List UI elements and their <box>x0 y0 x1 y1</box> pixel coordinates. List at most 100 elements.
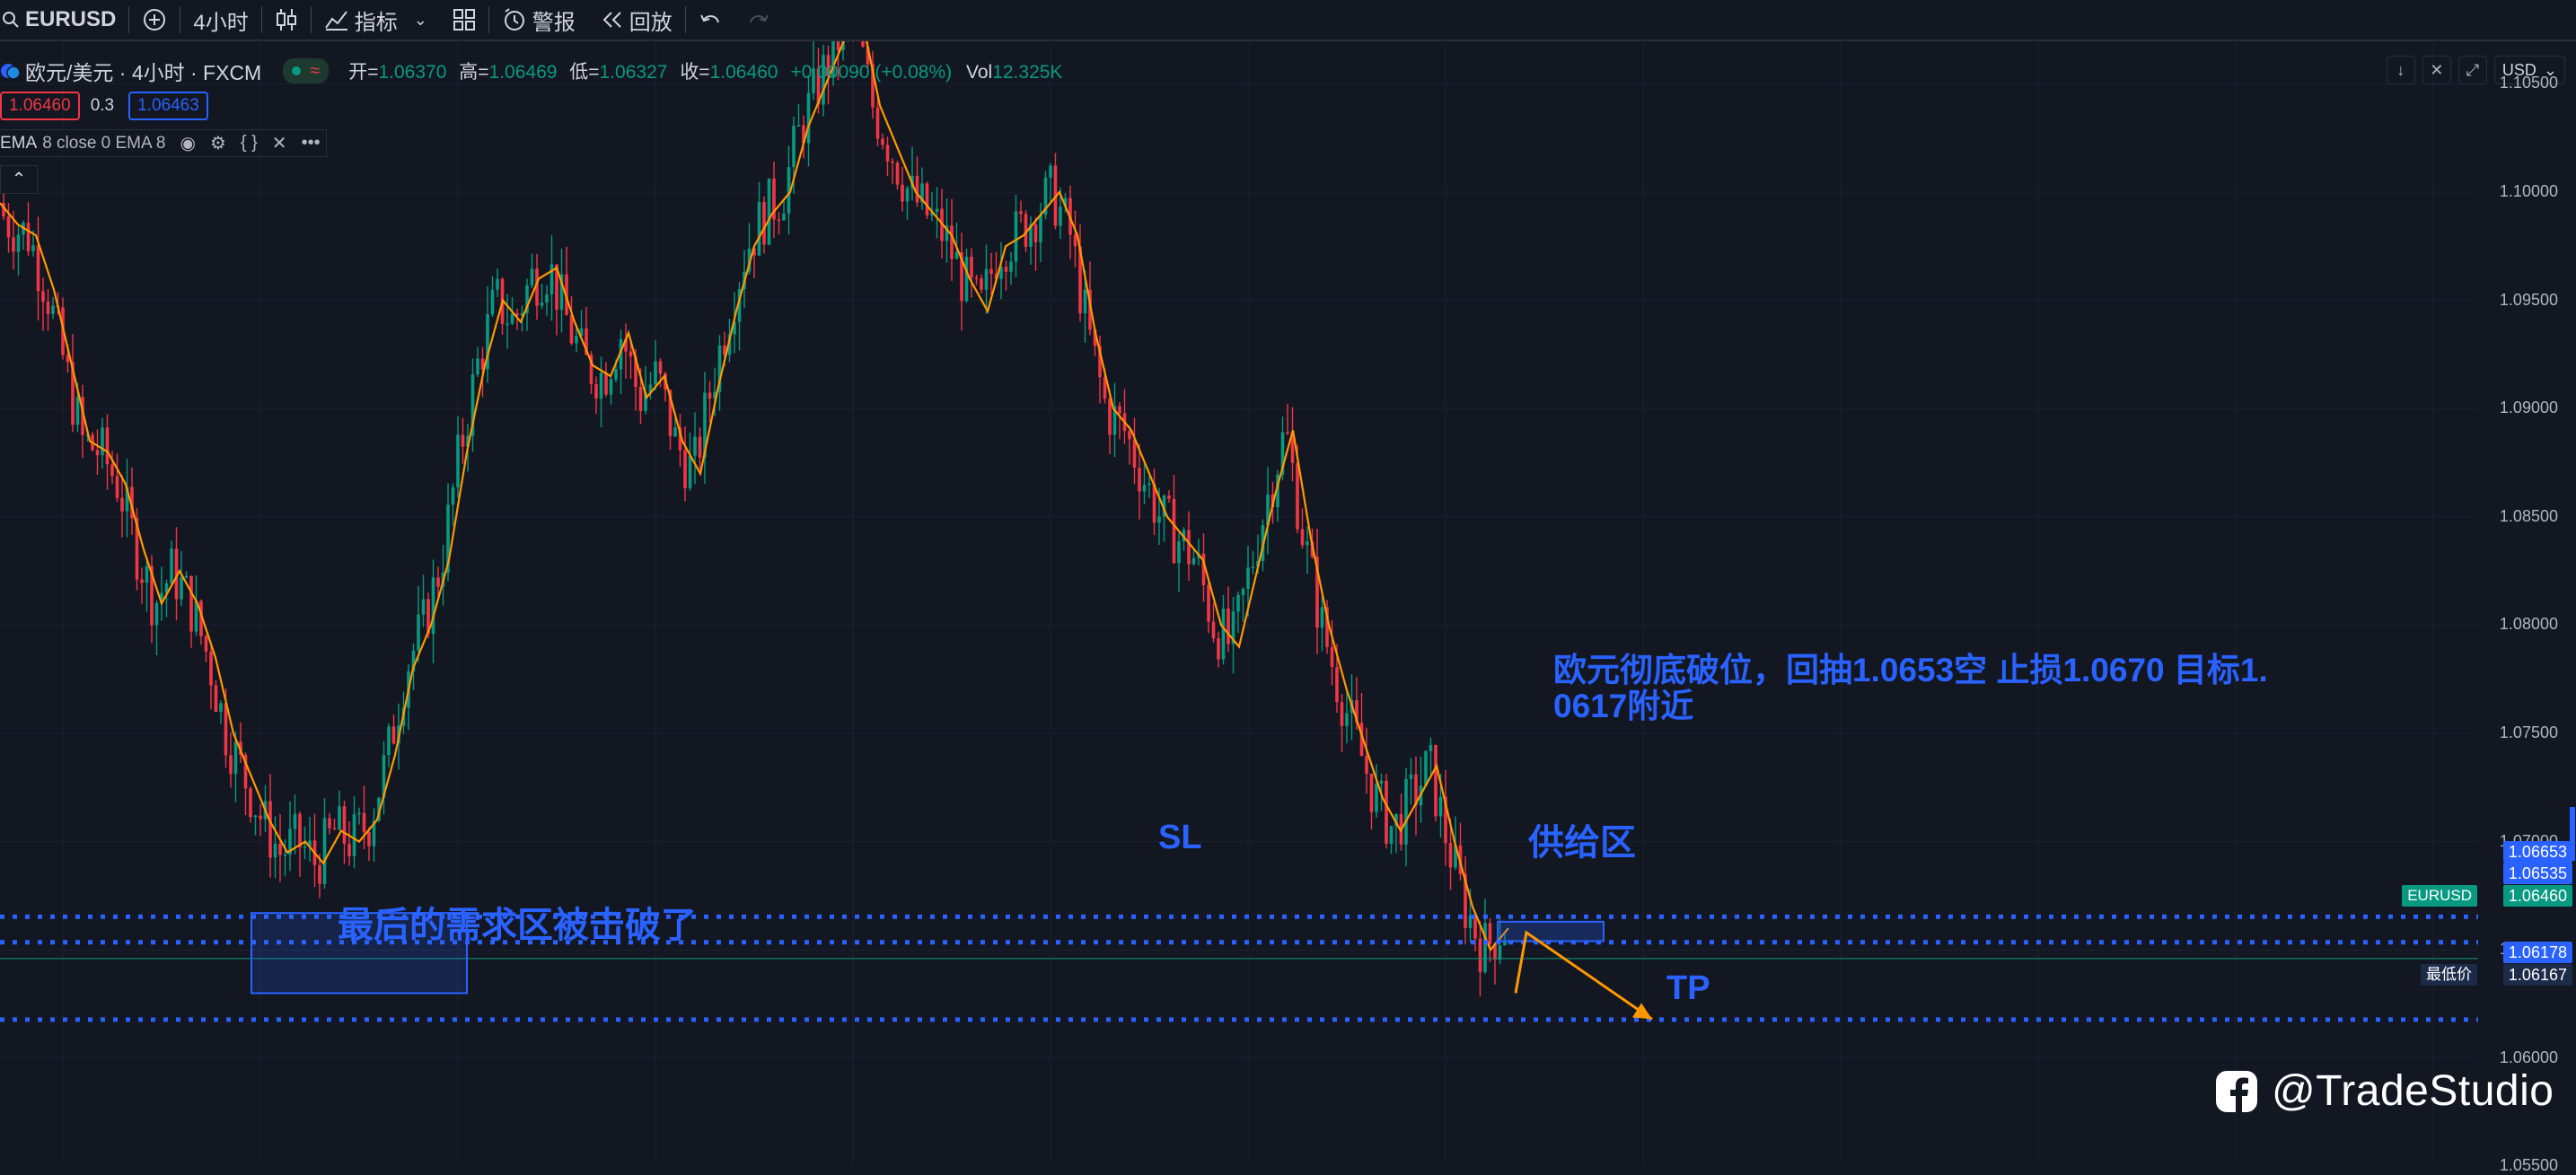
search-icon <box>3 12 19 28</box>
candle-body <box>283 855 287 856</box>
scroll-down-button[interactable]: ↓ <box>2386 56 2415 84</box>
candles-icon <box>276 9 296 31</box>
candle-body <box>599 373 603 399</box>
candle-body <box>362 812 366 832</box>
source-code-icon[interactable]: { } <box>241 133 258 153</box>
alerts-button[interactable]: 警报 <box>489 0 588 39</box>
candle-body <box>1369 773 1374 812</box>
candle-body <box>1236 594 1240 612</box>
candle-body <box>170 548 173 583</box>
candle-body <box>490 289 495 315</box>
price-tick: 1.10500 <box>2499 74 2558 92</box>
candle-body <box>1167 495 1171 499</box>
candle-body <box>1498 945 1502 960</box>
candle-body <box>1177 541 1181 564</box>
open-label: 开= <box>348 62 379 83</box>
interval-label: 4小时 <box>193 10 249 35</box>
compare-button[interactable] <box>129 0 180 39</box>
collapse-legend-button[interactable]: ⌃ <box>0 165 38 194</box>
candle-body <box>954 251 959 259</box>
legend-title[interactable]: 欧元/美元 · 4小时 · FXCM <box>25 56 261 86</box>
chart-area[interactable] <box>0 41 2576 1163</box>
maximize-button[interactable]: ⤢ <box>2457 56 2487 84</box>
candle-body <box>629 351 633 357</box>
low-price-label: 1.06167 <box>2502 964 2572 986</box>
add-circle-icon <box>144 9 166 31</box>
undo-button[interactable] <box>686 0 734 39</box>
candle-body <box>614 369 618 380</box>
candle-body <box>569 314 574 344</box>
watermark: @TradeStudio <box>2214 1066 2554 1116</box>
market-status-badge[interactable]: ≈ <box>283 58 330 83</box>
vol-value: 12.325K <box>992 62 1063 83</box>
chart-legend: 欧元/美元 · 4小时 · FXCM ≈ 开=1.06370 高=1.06469… <box>0 56 1062 86</box>
arrow-down-icon: ↓ <box>2396 60 2405 79</box>
candle-body <box>342 806 347 844</box>
candle-body <box>120 497 124 512</box>
candle-body <box>1438 796 1443 817</box>
candle-body <box>792 126 796 168</box>
candle-body <box>145 566 149 583</box>
candle-body <box>549 264 554 295</box>
candle-body <box>233 741 238 775</box>
candle-body <box>1320 607 1324 628</box>
candle-body <box>530 268 534 285</box>
candle-body <box>115 476 119 498</box>
sell-button[interactable]: 1.06460 <box>0 92 80 120</box>
candle-body <box>1147 483 1151 486</box>
candle-body <box>451 487 455 505</box>
redo-button[interactable] <box>734 0 783 39</box>
buy-button[interactable]: 1.06463 <box>128 92 208 120</box>
analysis-note-line2: 0617附近 <box>1553 688 1694 724</box>
candle-body <box>391 726 396 744</box>
ema-params: 8 close 0 EMA 8 <box>42 133 166 153</box>
eye-icon[interactable]: ◉ <box>180 132 195 154</box>
candle-body <box>1132 439 1137 469</box>
change-value: +0.00090 (+0.08%) <box>790 62 953 83</box>
candle-body <box>298 813 302 848</box>
candle-body <box>184 575 189 578</box>
candle-body <box>417 614 420 651</box>
candle-body <box>1385 780 1388 845</box>
candle-body <box>1389 826 1394 845</box>
candle-body <box>654 361 657 385</box>
market-open-dot <box>292 66 302 75</box>
layouts-button[interactable] <box>440 0 488 39</box>
close-pane-button[interactable]: ✕ <box>2422 56 2451 84</box>
ohlc-values: 开=1.06370 高=1.06469 低=1.06327 收=1.06460 … <box>348 57 1062 84</box>
interval-button[interactable]: 4小时 <box>180 0 260 39</box>
indicators-button[interactable]: 指标 ⌄ <box>312 0 440 39</box>
replay-button[interactable]: 回放 <box>588 0 685 39</box>
current-price-label: 1.06460 <box>2502 885 2572 907</box>
candle-body <box>1296 462 1299 530</box>
candle-body <box>757 201 761 256</box>
candle-body <box>224 703 228 756</box>
candle-body <box>1434 745 1437 817</box>
candle-body <box>1187 530 1191 565</box>
candle-body <box>273 843 277 858</box>
price-chart[interactable] <box>0 41 2576 1163</box>
candle-body <box>836 41 840 50</box>
candle-body <box>1059 206 1062 226</box>
gear-icon[interactable]: ⚙ <box>210 132 226 154</box>
close-value: 1.06460 <box>709 62 778 83</box>
undo-icon <box>699 14 719 23</box>
candle-body <box>1039 215 1042 242</box>
candle-body <box>1340 702 1344 726</box>
price-tick: 1.10000 <box>2499 182 2558 200</box>
candle-body <box>105 427 110 465</box>
more-icon[interactable]: ••• <box>302 133 321 153</box>
redo-icon <box>749 14 769 23</box>
price-tick: 1.09000 <box>2499 399 2558 417</box>
candle-body <box>1118 406 1121 414</box>
symbol-search[interactable]: EURUSD <box>0 0 128 39</box>
candle-body <box>46 302 50 314</box>
chart-type-button[interactable] <box>262 0 311 39</box>
ema-indicator-legend[interactable]: EMA 8 close 0 EMA 8 ◉ ⚙ { } ✕ ••• <box>0 129 327 157</box>
candle-body <box>1335 667 1339 703</box>
candle-body <box>214 685 218 712</box>
close-icon[interactable]: ✕ <box>272 132 287 154</box>
candle-body <box>12 237 15 252</box>
chevron-down-icon[interactable]: ⌄ <box>414 11 427 30</box>
candle-body <box>1157 516 1161 523</box>
